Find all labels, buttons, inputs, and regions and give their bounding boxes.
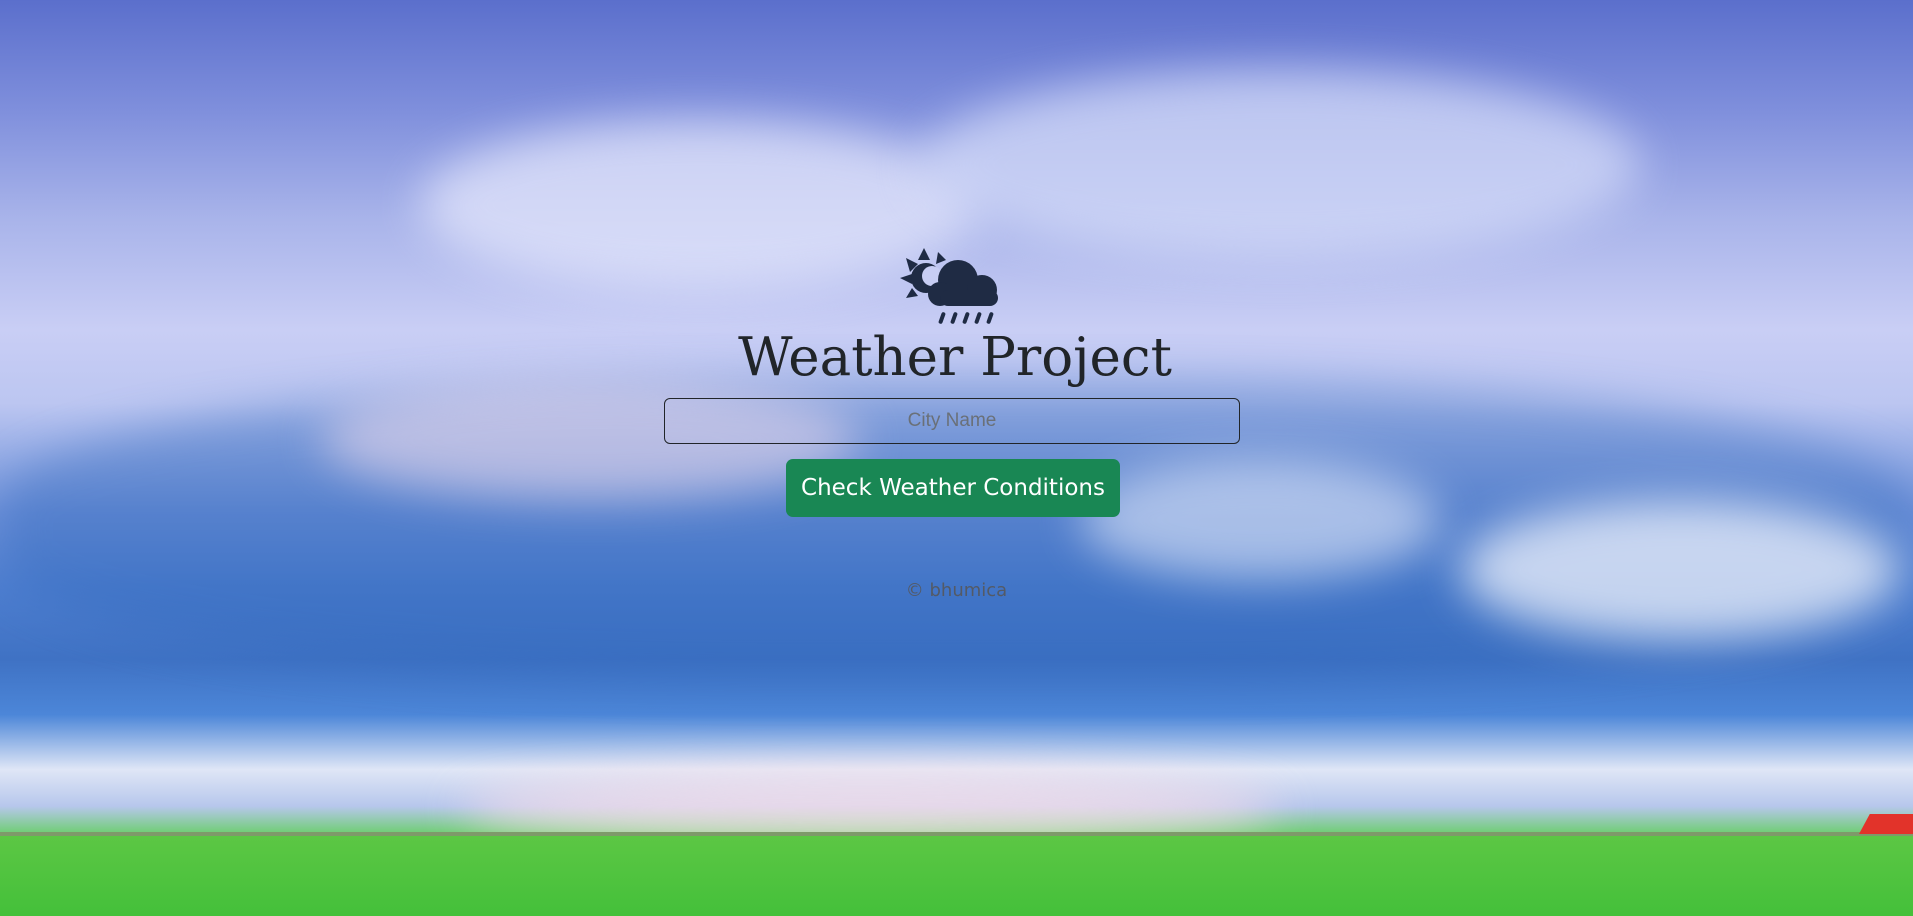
page-title: Weather Project	[738, 327, 1172, 388]
footer-copyright: © bhumica	[905, 580, 1008, 601]
main-content: Weather Project Check Weather Conditions…	[0, 0, 1913, 916]
city-name-input[interactable]	[664, 398, 1240, 444]
check-weather-button[interactable]: Check Weather Conditions	[786, 459, 1120, 517]
